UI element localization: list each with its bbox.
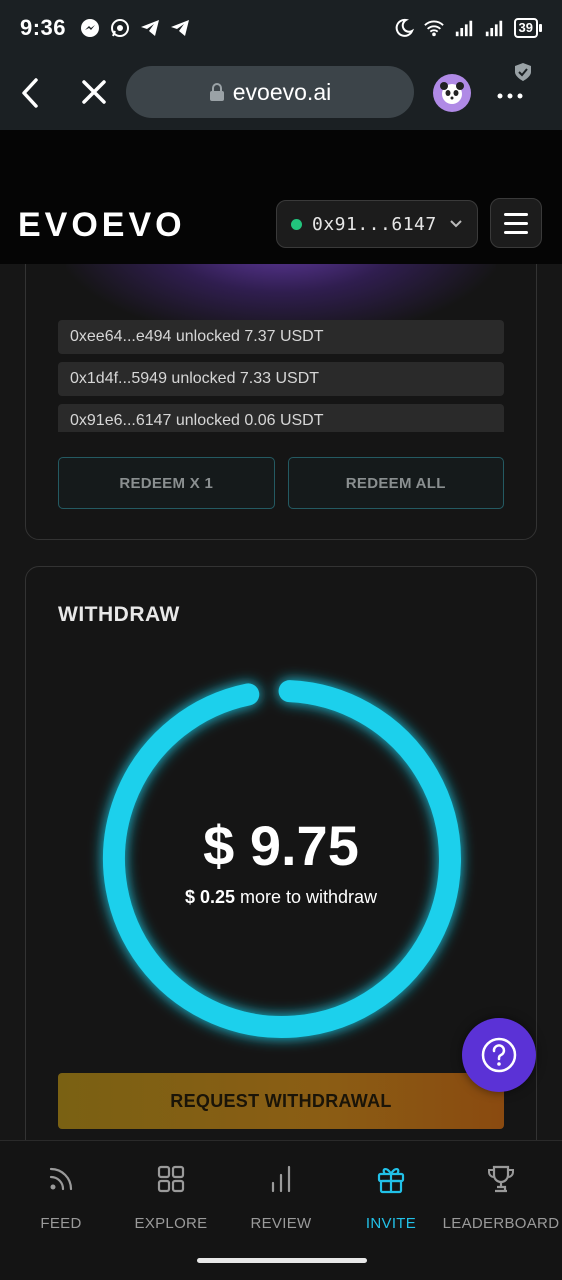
gesture-bar — [0, 1244, 562, 1280]
chevron-down-icon — [450, 220, 462, 228]
url-text: evoevo.ai — [232, 78, 332, 105]
rss-icon — [49, 1167, 73, 1191]
moon-icon — [394, 18, 414, 38]
whatsapp-icon — [110, 18, 130, 38]
wifi-icon — [423, 18, 444, 38]
menu-button[interactable] — [490, 198, 542, 248]
more-options-icon[interactable] — [496, 86, 524, 106]
close-icon[interactable] — [80, 78, 108, 106]
remaining-label: more to withdraw — [234, 887, 378, 907]
telegram-icon — [140, 18, 160, 38]
wallet-connected-indicator — [291, 218, 302, 230]
home-indicator[interactable] — [197, 1258, 367, 1263]
nav-feed[interactable]: FEED — [0, 1141, 122, 1245]
question-icon — [481, 1037, 517, 1073]
notification-icons — [80, 18, 190, 38]
wallet-selector[interactable]: 0x91...6147 — [276, 200, 478, 248]
browser-toolbar: evoevo.ai — [0, 56, 562, 130]
evoevo-logo[interactable]: EVOEVO — [18, 208, 218, 240]
grid-icon — [157, 1165, 185, 1193]
unlock-feed: 0xee64...e494 unlocked 7.37 USDT 0x1d4f.… — [58, 320, 504, 432]
redeem-one-button[interactable]: REDEEM X 1 — [58, 457, 275, 509]
svg-text:EVOEVO: EVOEVO — [18, 208, 186, 240]
status-time: 9:36 — [20, 15, 67, 40]
shield-icon — [515, 63, 531, 81]
nav-leaderboard[interactable]: LEADERBOARD — [440, 1141, 562, 1245]
battery-icon: 39 — [513, 18, 542, 38]
status-bar: 9:36 39 — [0, 0, 562, 56]
back-arrow-icon[interactable] — [18, 76, 44, 110]
help-button[interactable] — [462, 1018, 536, 1092]
redeem-all-button[interactable]: REDEEM ALL — [287, 457, 504, 509]
main-content: 0xee64...e494 unlocked 7.37 USDT 0x1d4f.… — [0, 264, 562, 1140]
bar-chart-icon — [271, 1165, 291, 1193]
nav-invite[interactable]: INVITE — [336, 1141, 446, 1245]
panda-icon — [440, 82, 464, 104]
redeem-actions: REDEEM X 1 REDEEM ALL — [58, 457, 504, 509]
withdraw-balance: $ 9.75 — [203, 814, 359, 877]
unlock-feed-item: 0x1d4f...5949 unlocked 7.33 USDT — [58, 362, 504, 396]
gift-icon — [377, 1168, 405, 1194]
header-spacer — [0, 130, 562, 186]
profile-avatar[interactable] — [433, 74, 471, 112]
withdraw-remaining: $ 0.25 more to withdraw — [58, 887, 504, 908]
app-header: EVOEVO 0x91...6147 — [0, 186, 562, 264]
nav-label: EXPLORE — [134, 1215, 208, 1232]
lock-icon — [209, 83, 224, 101]
withdraw-card: WITHDRAW $ 9.75 $ 0.25 more to withdraw … — [25, 566, 537, 1140]
battery-level: 39 — [513, 18, 538, 38]
nav-explore[interactable]: EXPLORE — [116, 1141, 226, 1245]
messenger-icon — [80, 18, 100, 38]
nav-label: INVITE — [365, 1215, 417, 1232]
nav-label: REVIEW — [250, 1215, 312, 1232]
unlock-card: 0xee64...e494 unlocked 7.37 USDT 0x1d4f.… — [25, 264, 537, 540]
withdraw-title: WITHDRAW — [58, 603, 180, 626]
bottom-navigation: FEED EXPLORE REVIEW INVITE LEADERBOARD — [0, 1140, 562, 1244]
unlock-feed-item: 0x91e6...6147 unlocked 0.06 USDT — [58, 404, 504, 432]
wallet-address: 0x91...6147 — [312, 213, 437, 235]
signal-icon — [484, 18, 504, 38]
unlock-feed-item: 0xee64...e494 unlocked 7.37 USDT — [58, 320, 504, 354]
trophy-icon — [488, 1165, 514, 1193]
remaining-amount: $ 0.25 — [184, 887, 235, 907]
nav-review[interactable]: REVIEW — [226, 1141, 336, 1245]
nav-label: FEED — [40, 1215, 82, 1232]
nav-label: LEADERBOARD — [442, 1215, 560, 1232]
signal-icon — [454, 18, 474, 38]
telegram-icon — [170, 18, 190, 38]
request-withdrawal-button[interactable]: REQUEST WITHDRAWAL — [58, 1073, 504, 1129]
url-bar[interactable]: evoevo.ai — [126, 66, 414, 118]
system-icons: 39 — [394, 18, 542, 38]
